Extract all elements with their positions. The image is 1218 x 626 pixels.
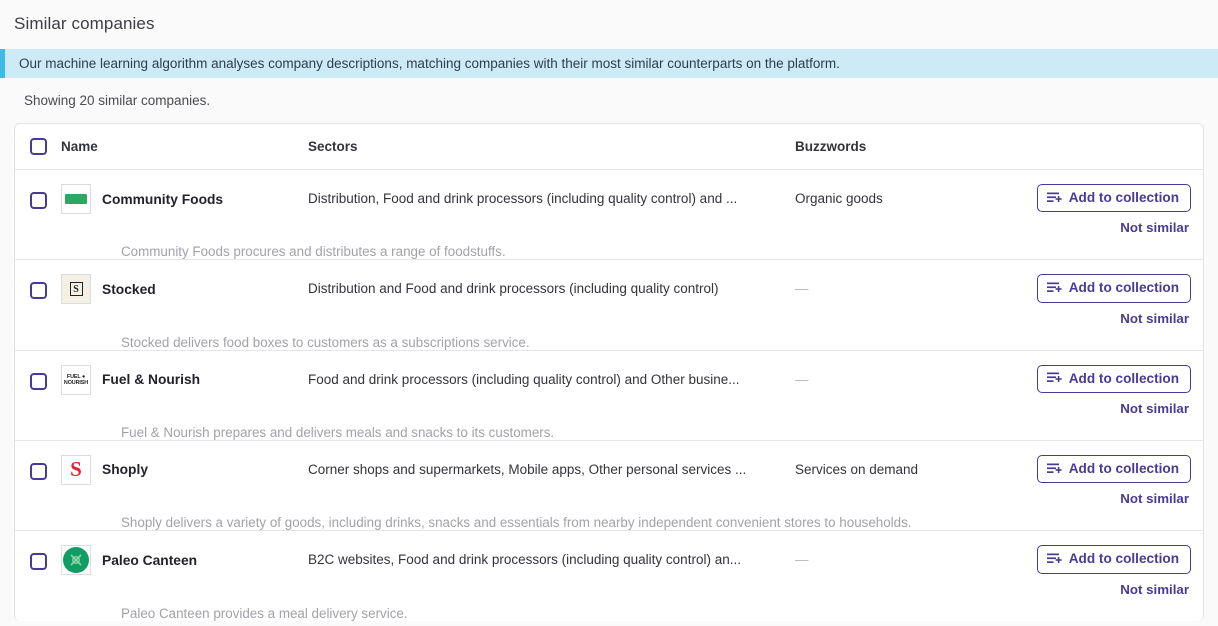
row-content: FUEL ● NOURISH Fuel & Nourish Food and drin…	[61, 351, 1203, 440]
not-similar-link[interactable]: Not similar	[1120, 220, 1191, 235]
row-select-cell	[15, 260, 61, 300]
add-to-collection-label: Add to collection	[1068, 280, 1179, 296]
info-banner-text: Our machine learning algorithm analyses …	[19, 56, 840, 71]
row-checkbox[interactable]	[29, 192, 47, 209]
select-all-checkbox[interactable]	[29, 138, 47, 155]
table-row: Community Foods Distribution, Food and dr…	[15, 170, 1203, 261]
company-sectors: Distribution, Food and drink processors …	[308, 191, 738, 206]
add-to-collection-button[interactable]: Add to collection	[1036, 184, 1191, 213]
table-body: Community Foods Distribution, Food and dr…	[15, 170, 1203, 621]
list-plus-icon	[1046, 192, 1062, 205]
similar-companies-page: Similar companies Our machine learning a…	[0, 0, 1218, 626]
row-actions: Add to collection Not similar	[1030, 441, 1203, 506]
company-name-cell: S Shoply	[61, 441, 308, 485]
company-sectors: Corner shops and supermarkets, Mobile ap…	[308, 461, 747, 477]
row-actions: Add to collection Not similar	[1030, 260, 1203, 326]
add-to-collection-button[interactable]: Add to collection	[1036, 364, 1191, 393]
row-content: S Stocked Distribution and Food and drink …	[61, 260, 1203, 350]
row-select-cell	[15, 351, 61, 390]
not-similar-link[interactable]: Not similar	[1120, 401, 1191, 416]
community-foods-logo	[61, 184, 91, 214]
not-similar-link[interactable]: Not similar	[1120, 582, 1191, 597]
similar-companies-table: Name Sectors Buzzwords Community Foods Di…	[14, 123, 1204, 621]
company-buzzwords: —	[795, 281, 809, 297]
fuel-and-nourish-logo: FUEL ● NOURISH	[61, 364, 91, 395]
shoply-logo: S	[61, 454, 91, 485]
table-row: S Stocked Distribution and Food and drink …	[15, 260, 1203, 351]
company-description: Community Foods procures and distributes…	[121, 244, 506, 260]
row-checkbox[interactable]	[29, 462, 47, 480]
row-actions: Add to collection Not similar	[1030, 351, 1203, 416]
company-name-link[interactable]: Shoply	[102, 462, 148, 477]
company-name-cell: FUEL ● NOURISH Fuel & Nourish	[61, 351, 308, 395]
column-header-buzzwords[interactable]: Buzzwords	[795, 139, 1030, 154]
company-name-cell: Paleo Canteen	[61, 531, 308, 576]
row-checkbox[interactable]	[29, 372, 47, 390]
not-similar-link[interactable]: Not similar	[1120, 311, 1191, 326]
row-checkbox[interactable]	[29, 282, 47, 300]
not-similar-link[interactable]: Not similar	[1120, 491, 1191, 506]
row-content: Community Foods Distribution, Food and dr…	[61, 170, 1203, 259]
list-plus-icon	[1046, 372, 1062, 385]
paleo-canteen-logo	[61, 545, 91, 576]
add-to-collection-label: Add to collection	[1068, 551, 1179, 567]
add-to-collection-label: Add to collection	[1068, 190, 1179, 205]
row-select-cell	[15, 441, 61, 480]
company-description: Shoply delivers a variety of goods, incl…	[121, 515, 912, 531]
row-select-cell	[15, 531, 61, 571]
company-sectors: B2C websites, Food and drink processors …	[308, 552, 741, 568]
select-all-cell	[15, 138, 61, 155]
row-checkbox[interactable]	[29, 553, 47, 571]
company-name-link[interactable]: Paleo Canteen	[102, 553, 197, 568]
company-buzzwords: —	[795, 552, 809, 568]
page-title: Similar companies	[14, 14, 155, 33]
results-count-label: Showing 20 similar companies.	[24, 93, 211, 108]
company-name-link[interactable]: Community Foods	[102, 192, 223, 207]
row-actions: Add to collection Not similar	[1030, 531, 1203, 597]
column-header-name[interactable]: Name	[61, 139, 308, 154]
company-description: Stocked delivers food boxes to customers…	[121, 334, 530, 350]
column-header-sectors[interactable]: Sectors	[308, 139, 795, 154]
company-buzzwords: Services on demand	[795, 461, 919, 477]
table-row: S Shoply Corner shops and supermarkets, Mo…	[15, 441, 1203, 532]
company-description: Paleo Canteen provides a meal delivery s…	[121, 605, 408, 621]
row-select-cell	[15, 170, 61, 209]
add-to-collection-label: Add to collection	[1068, 460, 1179, 476]
company-sectors: Distribution and Food and drink processo…	[308, 281, 719, 297]
info-banner: Our machine learning algorithm analyses …	[0, 49, 1218, 78]
row-actions: Add to collection Not similar	[1030, 170, 1203, 235]
company-name-cell: Community Foods	[61, 170, 308, 214]
stocked-logo: S	[61, 274, 91, 305]
company-buzzwords: Organic goods	[795, 191, 883, 206]
company-name-cell: S Stocked	[61, 260, 308, 305]
row-content: Paleo Canteen B2C websites, Food and drin…	[61, 531, 1203, 621]
add-to-collection-button[interactable]: Add to collection	[1036, 454, 1191, 484]
list-plus-icon	[1046, 282, 1062, 295]
list-plus-icon	[1046, 463, 1062, 476]
company-name-link[interactable]: Fuel & Nourish	[102, 372, 200, 387]
table-row: FUEL ● NOURISH Fuel & Nourish Food and drin…	[15, 351, 1203, 441]
add-to-collection-button[interactable]: Add to collection	[1036, 274, 1191, 303]
company-sectors: Food and drink processors (including qua…	[308, 371, 740, 387]
table-row: Paleo Canteen B2C websites, Food and drin…	[15, 531, 1203, 621]
company-description: Fuel & Nourish prepares and delivers mea…	[121, 424, 555, 440]
table-header-row: Name Sectors Buzzwords	[15, 124, 1203, 170]
add-to-collection-label: Add to collection	[1068, 370, 1179, 386]
row-content: S Shoply Corner shops and supermarkets, Mo…	[61, 441, 1203, 530]
company-buzzwords: —	[795, 371, 809, 387]
company-name-link[interactable]: Stocked	[102, 282, 156, 297]
list-plus-icon	[1046, 553, 1062, 566]
add-to-collection-button[interactable]: Add to collection	[1036, 545, 1191, 574]
